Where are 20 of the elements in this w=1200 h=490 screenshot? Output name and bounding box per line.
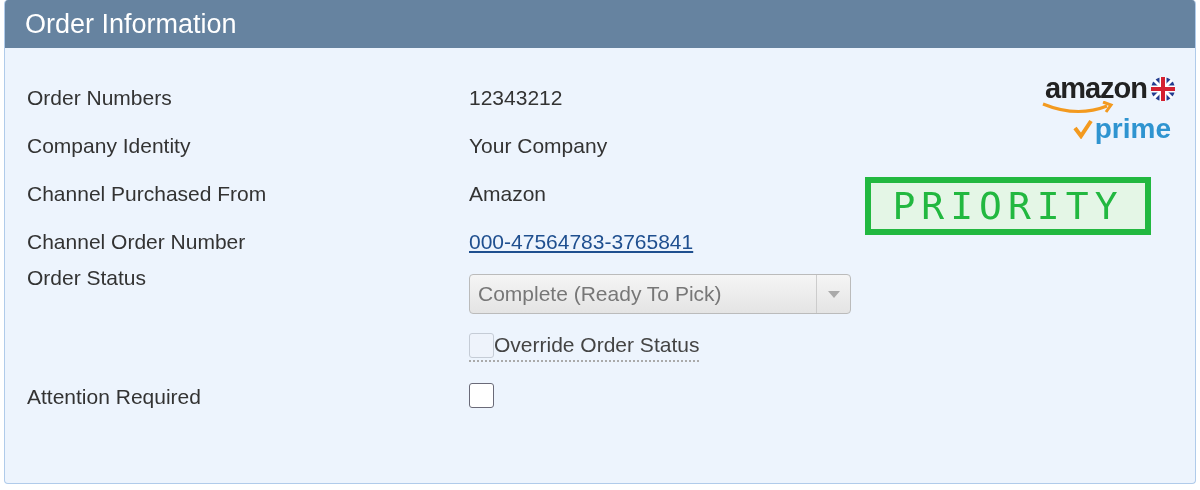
panel-title: Order Information xyxy=(5,0,1195,48)
field-label: Channel Purchased From xyxy=(27,182,268,206)
field-label: Company Identity xyxy=(27,134,192,158)
attention-checkbox[interactable] xyxy=(469,382,494,408)
caret-icon xyxy=(827,290,840,298)
field-label: Channel Order Number xyxy=(27,230,247,254)
field-value: Amazon xyxy=(469,182,547,206)
field-value: 12343212 xyxy=(469,86,563,110)
check-icon xyxy=(1072,119,1093,139)
smile-arrow-icon xyxy=(1041,101,1115,115)
field-label: Attention Required xyxy=(27,385,202,409)
brand-logo: amazon xyxy=(1045,74,1147,103)
prime-logo: prime xyxy=(1094,115,1171,143)
field-label: Order Status xyxy=(27,266,148,290)
checkbox-label: Override Order Status xyxy=(494,333,700,357)
field-label: Order Numbers xyxy=(27,86,173,110)
order-link[interactable]: 000-47564783-3765841 xyxy=(469,230,694,254)
flag-icon xyxy=(1151,76,1175,101)
field-value: Your Company xyxy=(469,134,608,158)
priority-stamp: PRIORITY xyxy=(865,177,1151,235)
